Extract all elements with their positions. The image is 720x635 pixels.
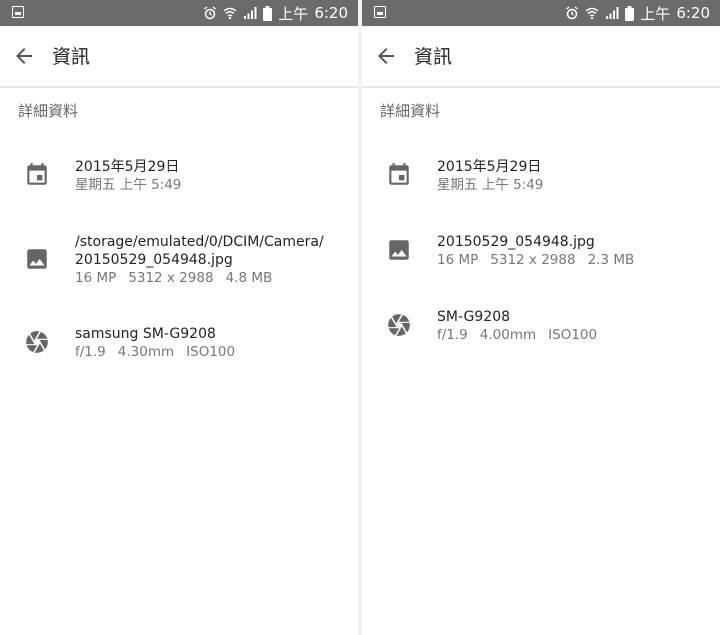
camera-specs: f/1.9 4.00mm ISO100 xyxy=(437,326,712,345)
status-time: 6:20 xyxy=(314,4,348,22)
gallery-notification-icon xyxy=(12,6,24,18)
aperture-icon xyxy=(386,312,412,338)
file-megapixels: 16 MP xyxy=(437,252,479,268)
camera-focal-length: 4.00mm xyxy=(479,327,537,343)
status-bar: 上午 6:20 xyxy=(362,0,720,26)
gallery-notification-icon xyxy=(374,6,386,18)
camera-focal-length: 4.30mm xyxy=(117,344,175,360)
date-primary: 2015年5月29日 xyxy=(437,159,542,175)
date-secondary: 星期五 上午 5:49 xyxy=(75,177,182,193)
wifi-icon xyxy=(223,6,237,20)
file-resolution: 5312 x 2988 xyxy=(128,270,214,286)
signal-icon xyxy=(605,6,619,20)
file-resolution: 5312 x 2988 xyxy=(490,252,576,268)
alarm-icon xyxy=(565,6,579,20)
status-time: 6:20 xyxy=(676,4,710,22)
camera-specs: f/1.9 4.30mm ISO100 xyxy=(75,343,350,362)
aperture-icon xyxy=(24,329,50,355)
camera-iso: ISO100 xyxy=(548,327,598,343)
wifi-icon xyxy=(585,6,599,20)
signal-icon xyxy=(243,6,257,20)
arrow-back-icon[interactable] xyxy=(12,44,36,68)
battery-icon xyxy=(263,5,273,21)
camera-aperture: f/1.9 xyxy=(437,327,468,343)
status-time-prefix: 上午 xyxy=(640,4,671,23)
camera-model: samsung SM-G9208 xyxy=(75,326,216,342)
file-path-line2: 20150529_054948.jpg xyxy=(75,252,233,268)
info-panel-right: 上午 6:20 資訊 詳細資料 2015年5月29日 星期五 上午 5:49 2… xyxy=(362,0,720,635)
date-primary: 2015年5月29日 xyxy=(75,159,180,175)
file-specs: 16 MP 5312 x 2988 4.8 MB xyxy=(75,269,350,288)
section-title: 詳細資料 xyxy=(18,102,79,120)
arrow-back-icon[interactable] xyxy=(374,44,398,68)
status-time-prefix: 上午 xyxy=(278,4,309,23)
file-path-line1: /storage/emulated/0/DCIM/Camera/ xyxy=(75,234,324,250)
app-bar: 資訊 xyxy=(362,26,720,88)
page-title: 資訊 xyxy=(414,46,453,68)
status-bar: 上午 6:20 xyxy=(0,0,358,26)
alarm-icon xyxy=(203,6,217,20)
file-size: 2.3 MB xyxy=(587,252,635,268)
app-bar: 資訊 xyxy=(0,26,358,88)
image-icon xyxy=(24,246,50,272)
info-panel-left: 上午 6:20 資訊 詳細資料 2015年5月29日 星期五 上午 5:49 /… xyxy=(0,0,358,635)
file-name: 20150529_054948.jpg xyxy=(437,234,595,250)
file-specs: 16 MP 5312 x 2988 2.3 MB xyxy=(437,251,712,270)
camera-model: SM-G9208 xyxy=(437,309,511,325)
file-size: 4.8 MB xyxy=(225,270,273,286)
section-title: 詳細資料 xyxy=(380,102,441,120)
battery-icon xyxy=(625,5,635,21)
file-megapixels: 16 MP xyxy=(75,270,117,286)
calendar-icon xyxy=(386,162,412,188)
date-secondary: 星期五 上午 5:49 xyxy=(437,177,544,193)
page-title: 資訊 xyxy=(52,46,91,68)
camera-iso: ISO100 xyxy=(186,344,236,360)
image-icon xyxy=(386,237,412,263)
camera-aperture: f/1.9 xyxy=(75,344,106,360)
calendar-icon xyxy=(24,162,50,188)
